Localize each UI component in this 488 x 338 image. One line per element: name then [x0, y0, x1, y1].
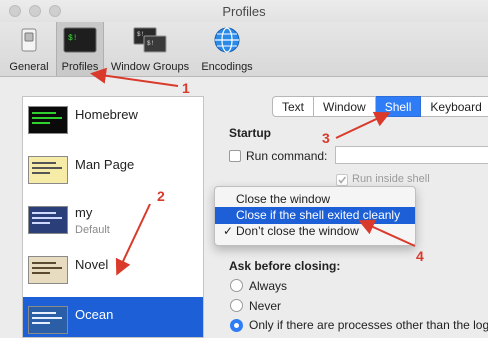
- annotation-arrow-4: [358, 219, 416, 247]
- annotation-arrow-1: [90, 67, 179, 87]
- annotation-label-1: 1: [182, 80, 190, 96]
- annotation-label-2: 2: [157, 188, 165, 204]
- annotation-arrow-3: [335, 111, 391, 139]
- annotation-arrow-2: [115, 203, 151, 276]
- annotation-arrows: [90, 67, 416, 276]
- annotation-label-3: 3: [322, 130, 330, 146]
- annotation-label-4: 4: [416, 248, 424, 264]
- profiles-window: Profiles General $! Profiles $! $! Windo…: [0, 0, 488, 338]
